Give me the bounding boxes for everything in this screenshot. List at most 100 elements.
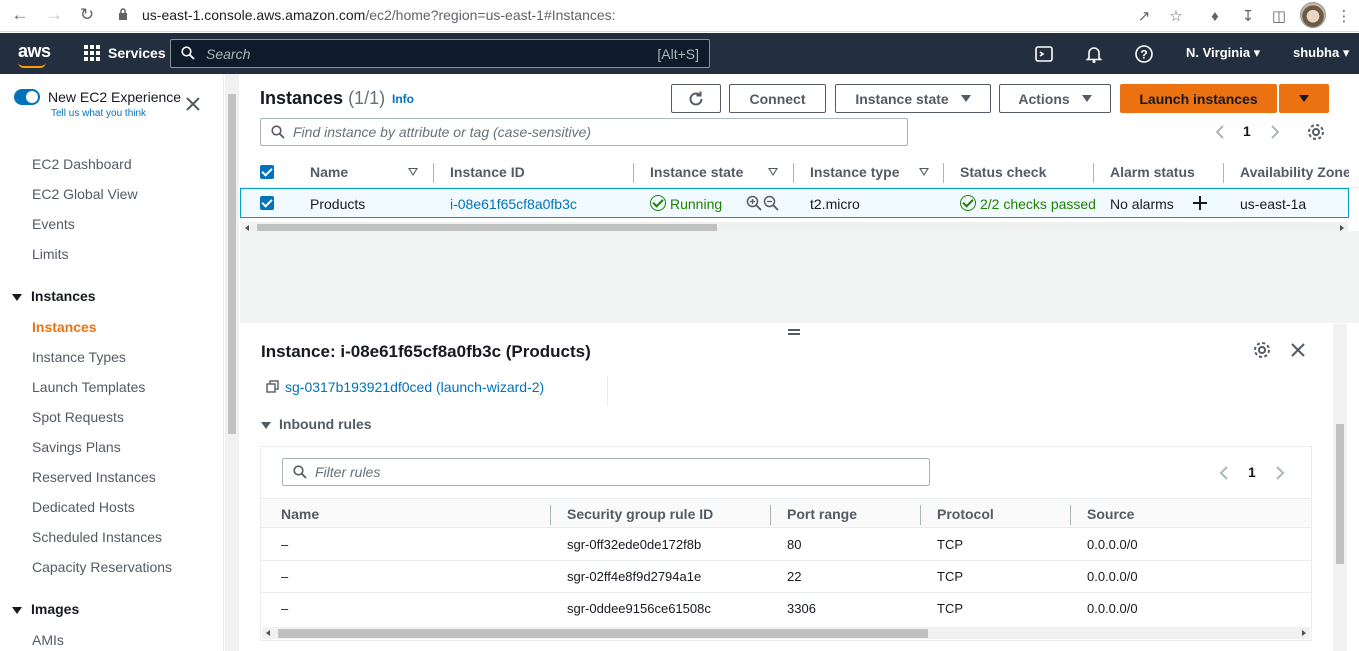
prev-page-icon[interactable]	[1215, 124, 1225, 140]
column-name[interactable]: Name	[281, 506, 319, 522]
instance-state-dropdown[interactable]: Instance state	[835, 84, 991, 113]
scroll-left-arrow-icon[interactable]	[266, 630, 270, 636]
column-divider[interactable]	[1070, 505, 1071, 525]
bookmark-star-icon[interactable]: ☆	[1166, 6, 1186, 26]
close-sidebar-icon[interactable]	[184, 95, 202, 113]
table-row[interactable]: Products i-08e61f65cf8a0fb3c Running t2.…	[240, 188, 1349, 218]
scrollbar-thumb[interactable]	[228, 94, 236, 434]
help-icon[interactable]: ?	[1134, 44, 1154, 64]
info-link[interactable]: Info	[392, 92, 414, 106]
zoom-out-icon[interactable]	[763, 195, 779, 211]
table-row[interactable]: – sgr-0ff32ede0de172f8b 80 TCP 0.0.0.0/0	[261, 529, 1311, 561]
scrollbar-thumb[interactable]	[1336, 424, 1344, 564]
sidebar-section-instances[interactable]: Instances	[12, 288, 96, 304]
refresh-button[interactable]	[671, 84, 721, 113]
sort-icon[interactable]	[408, 168, 418, 176]
next-page-icon[interactable]	[1275, 465, 1285, 481]
add-alarm-icon[interactable]	[1192, 195, 1208, 211]
panel-resize-handle[interactable]	[788, 329, 800, 335]
sidebar-item-launch-templates[interactable]: Launch Templates	[32, 379, 145, 395]
column-divider[interactable]	[920, 505, 921, 525]
sidebar-item-events[interactable]: Events	[32, 216, 75, 232]
notifications-bell-icon[interactable]	[1084, 44, 1104, 64]
lock-icon[interactable]	[118, 8, 128, 21]
page-number[interactable]: 1	[1243, 123, 1251, 139]
zoom-in-icon[interactable]	[746, 195, 762, 211]
column-divider[interactable]	[1223, 163, 1224, 183]
sort-icon[interactable]	[768, 168, 778, 176]
next-page-icon[interactable]	[1270, 124, 1280, 140]
back-arrow-icon[interactable]: ←	[10, 5, 30, 25]
rules-horizontal-scrollbar[interactable]	[262, 627, 1310, 639]
sidebar-item-amis[interactable]: AMIs	[32, 632, 64, 648]
sort-icon[interactable]	[919, 168, 929, 176]
instance-id-link[interactable]: i-08e61f65cf8a0fb3c	[450, 196, 577, 212]
reload-icon[interactable]: ↻	[77, 5, 97, 25]
browser-profile-avatar[interactable]	[1300, 2, 1326, 28]
scroll-right-arrow-icon[interactable]	[1302, 630, 1306, 636]
details-settings-gear-icon[interactable]	[1253, 341, 1271, 359]
connect-button[interactable]: Connect	[729, 84, 826, 113]
column-divider[interactable]	[943, 163, 944, 183]
column-divider[interactable]	[770, 505, 771, 525]
column-rule-id[interactable]: Security group rule ID	[567, 506, 713, 522]
launch-instances-button[interactable]: Launch instances	[1120, 84, 1277, 113]
scrollbar-thumb[interactable]	[278, 629, 928, 638]
find-instance-input[interactable]: Find instance by attribute or tag (case-…	[260, 118, 908, 146]
sidebar-item-dedicated-hosts[interactable]: Dedicated Hosts	[32, 499, 135, 515]
region-selector[interactable]: N. Virginia ▾	[1186, 45, 1260, 61]
column-protocol[interactable]: Protocol	[937, 506, 994, 522]
table-row[interactable]: – sgr-02ff4e8f9d2794a1e 22 TCP 0.0.0.0/0	[261, 561, 1311, 593]
column-divider[interactable]	[433, 163, 434, 183]
column-instance-type[interactable]: Instance type	[810, 164, 899, 180]
sidebar-item-limits[interactable]: Limits	[32, 246, 69, 262]
column-divider[interactable]	[1093, 163, 1094, 183]
row-checkbox[interactable]	[260, 196, 274, 210]
cloudshell-icon[interactable]	[1034, 44, 1054, 64]
close-details-icon[interactable]	[1289, 341, 1307, 359]
sidebar-item-instance-types[interactable]: Instance Types	[32, 349, 126, 365]
column-instance-id[interactable]: Instance ID	[450, 164, 525, 180]
global-search-input[interactable]: Search [Alt+S]	[170, 39, 710, 68]
column-name[interactable]: Name	[310, 164, 348, 180]
column-instance-state[interactable]: Instance state	[650, 164, 743, 180]
download-icon[interactable]: ↧	[1238, 6, 1258, 26]
table-row[interactable]: – sgr-0ddee9156ce61508c 3306 TCP 0.0.0.0…	[261, 593, 1311, 625]
column-divider[interactable]	[633, 163, 634, 183]
sidebar-item-savings-plans[interactable]: Savings Plans	[32, 439, 121, 455]
sidebar-section-images[interactable]: Images	[12, 601, 79, 617]
column-divider[interactable]	[550, 505, 551, 525]
actions-dropdown[interactable]: Actions	[999, 84, 1111, 113]
browser-menu-icon[interactable]: ⋮	[1334, 6, 1354, 26]
column-availability-zone[interactable]: Availability Zone	[1240, 164, 1349, 180]
column-alarm-status[interactable]: Alarm status	[1110, 164, 1195, 180]
aws-logo[interactable]: aws	[18, 41, 51, 62]
launch-options-dropdown[interactable]	[1279, 84, 1329, 113]
feedback-link[interactable]: Tell us what you think	[51, 108, 146, 119]
filter-rules-input[interactable]: Filter rules	[282, 458, 930, 486]
select-all-checkbox[interactable]	[260, 165, 274, 179]
side-panel-icon[interactable]: ◫	[1269, 6, 1289, 26]
copy-icon[interactable]	[266, 380, 279, 393]
details-scrollbar[interactable]	[1333, 324, 1347, 651]
extensions-icon[interactable]: ♦	[1205, 6, 1225, 26]
prev-page-icon[interactable]	[1219, 465, 1229, 481]
services-grid-icon[interactable]	[84, 45, 100, 61]
new-experience-toggle[interactable]	[14, 89, 40, 105]
column-port-range[interactable]: Port range	[787, 506, 857, 522]
sidebar-item-capacity-reservations[interactable]: Capacity Reservations	[32, 559, 172, 575]
sidebar-item-spot-requests[interactable]: Spot Requests	[32, 409, 124, 425]
column-divider[interactable]	[793, 163, 794, 183]
account-menu[interactable]: shubha ▾	[1293, 45, 1349, 61]
forward-arrow-icon[interactable]: →	[44, 5, 64, 25]
page-number[interactable]: 1	[1248, 464, 1256, 480]
services-menu[interactable]: Services	[108, 45, 166, 61]
column-source[interactable]: Source	[1087, 506, 1134, 522]
sidebar-item-scheduled-instances[interactable]: Scheduled Instances	[32, 529, 162, 545]
sidebar-item-reserved-instances[interactable]: Reserved Instances	[32, 469, 156, 485]
security-group-link[interactable]: sg-0317b193921df0ced (launch-wizard-2)	[285, 379, 544, 395]
column-status-check[interactable]: Status check	[960, 164, 1046, 180]
preferences-gear-icon[interactable]	[1307, 123, 1325, 141]
sidebar-item-instances[interactable]: Instances	[32, 319, 97, 335]
sidebar-item-ec2-global-view[interactable]: EC2 Global View	[32, 186, 138, 202]
